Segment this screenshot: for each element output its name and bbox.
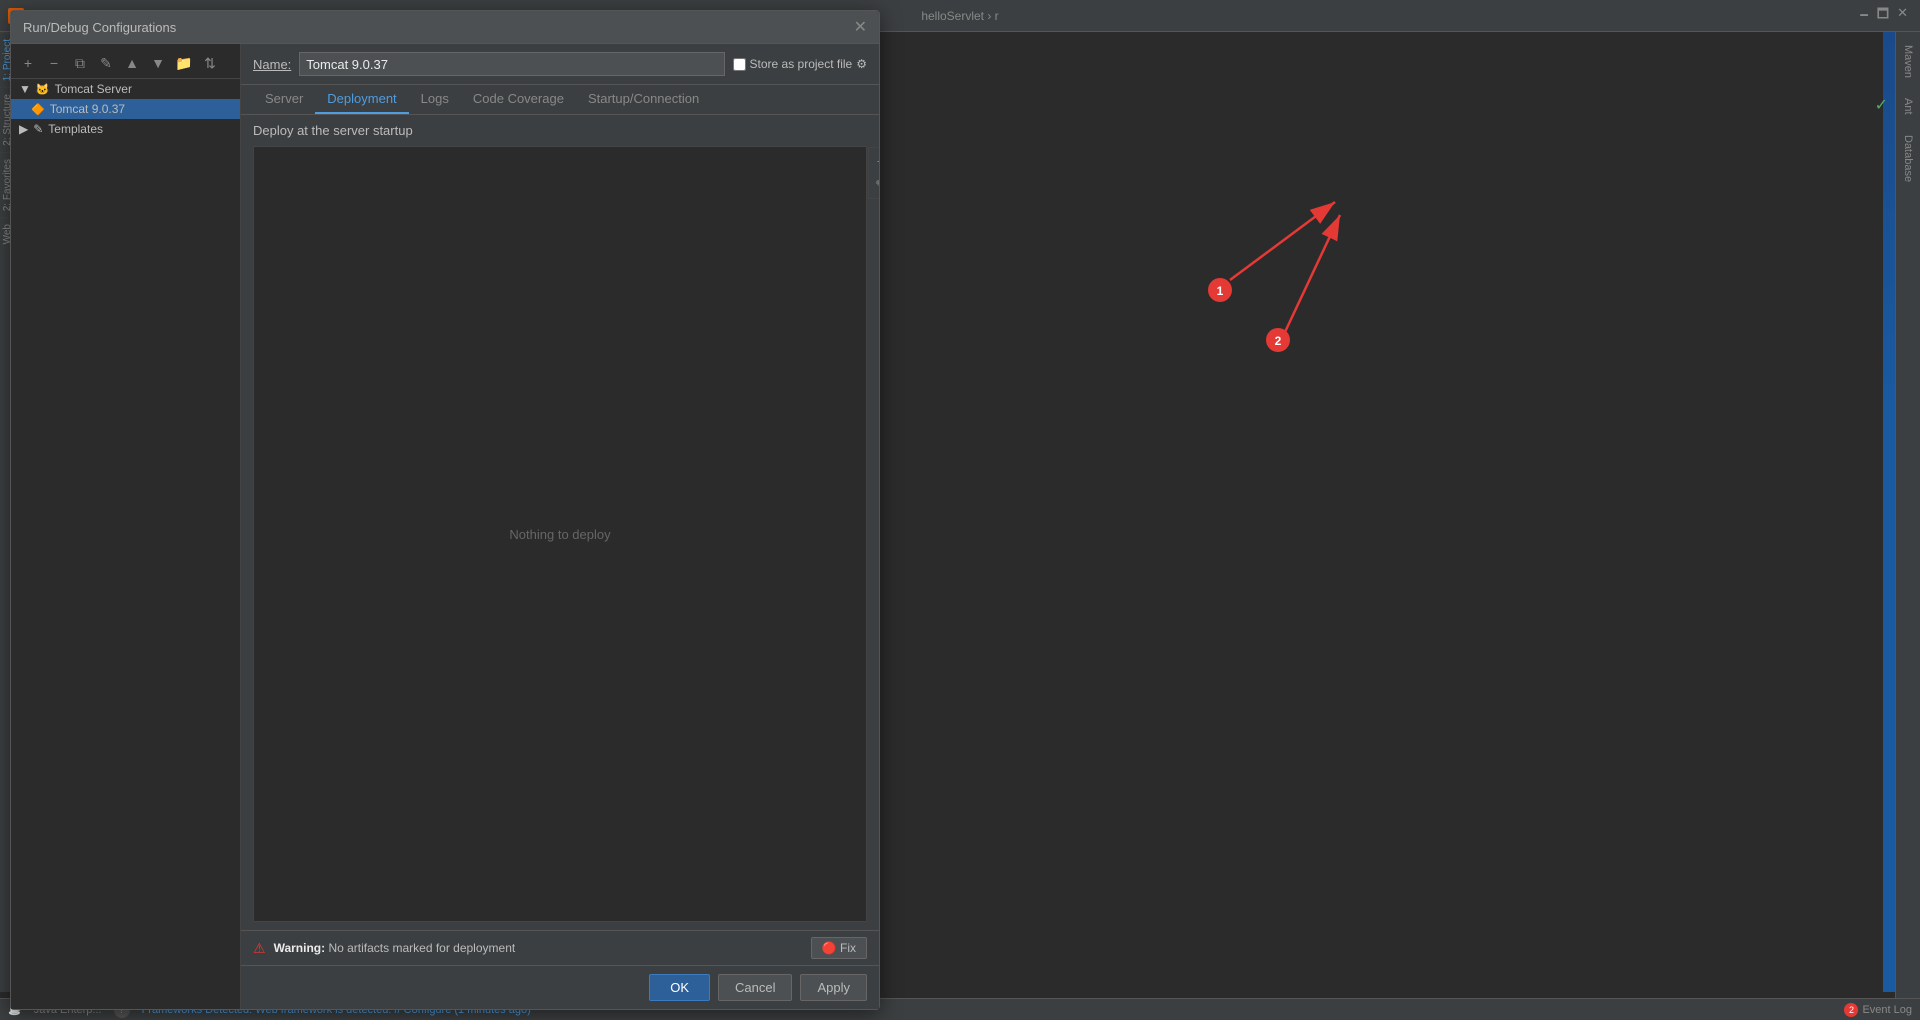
dialog-title-bar: Run/Debug Configurations ✕ bbox=[11, 11, 879, 44]
apply-button[interactable]: Apply bbox=[800, 974, 867, 1001]
sort-config-button[interactable]: ⇅ bbox=[199, 52, 221, 74]
check-mark: ✓ bbox=[1875, 95, 1888, 115]
run-debug-dialog: Run/Debug Configurations ✕ + − ⧉ ✎ ▲ ▼ 📁… bbox=[10, 10, 880, 1010]
warning-prefix: Warning: bbox=[274, 941, 326, 955]
store-project-checkbox[interactable] bbox=[733, 58, 746, 71]
deploy-add-button[interactable]: + bbox=[870, 150, 879, 172]
right-tab-maven[interactable]: Maven bbox=[1899, 37, 1917, 86]
add-config-button[interactable]: + bbox=[17, 52, 39, 74]
expand-icon: ▶ bbox=[19, 122, 28, 136]
right-side-tabs: Maven Ant Database bbox=[1895, 32, 1920, 1020]
right-tab-database[interactable]: Database bbox=[1899, 127, 1917, 190]
dialog-title: Run/Debug Configurations bbox=[23, 20, 176, 35]
config-templates-label: Templates bbox=[48, 122, 103, 136]
dialog-footer: OK Cancel Apply bbox=[241, 965, 879, 1009]
close-button[interactable]: ✕ bbox=[1897, 5, 1908, 27]
config-group-templates[interactable]: ▶ ✎ Templates bbox=[11, 119, 240, 139]
store-project-check[interactable]: Store as project file ⚙ bbox=[733, 57, 867, 71]
dialog-config-tree: + − ⧉ ✎ ▲ ▼ 📁 ⇅ ▼ 🐱 Tomcat Server 🔶 Tomc… bbox=[11, 44, 241, 1009]
config-header: Name: Store as project file ⚙ bbox=[241, 44, 879, 85]
window-controls: 🗕 🗖 ✕ bbox=[1860, 5, 1920, 27]
collapse-config-button[interactable]: ▼ bbox=[147, 52, 169, 74]
deploy-label: Deploy at the server startup bbox=[253, 123, 867, 138]
tab-startup-connection[interactable]: Startup/Connection bbox=[576, 85, 711, 114]
dialog-tree-toolbar: + − ⧉ ✎ ▲ ▼ 📁 ⇅ bbox=[11, 48, 240, 79]
store-project-label: Store as project file bbox=[750, 57, 853, 71]
edit-config-button[interactable]: ✎ bbox=[95, 52, 117, 74]
deploy-edit-button[interactable]: ✎ bbox=[870, 174, 879, 196]
right-highlight-panel bbox=[1883, 32, 1895, 992]
config-item-tomcat[interactable]: 🔶 Tomcat 9.0.37 bbox=[11, 99, 240, 119]
config-content: Deploy at the server startup Nothing to … bbox=[241, 115, 879, 930]
event-log-badge: 2 bbox=[1844, 1003, 1858, 1017]
tomcat-icon: 🔶 bbox=[31, 103, 45, 116]
templates-icon: ✎ bbox=[33, 122, 43, 136]
dialog-body: + − ⧉ ✎ ▲ ▼ 📁 ⇅ ▼ 🐱 Tomcat Server 🔶 Tomc… bbox=[11, 44, 879, 1009]
warning-message: No artifacts marked for deployment bbox=[328, 941, 515, 955]
warning-text: Warning: No artifacts marked for deploym… bbox=[274, 941, 516, 955]
ok-button[interactable]: OK bbox=[649, 974, 710, 1001]
config-item-label: Tomcat 9.0.37 bbox=[50, 102, 125, 116]
deploy-toolbar: + ✎ bbox=[868, 147, 879, 199]
config-group-tomcat-server[interactable]: ▼ 🐱 Tomcat Server bbox=[11, 79, 240, 99]
tab-deployment[interactable]: Deployment bbox=[315, 85, 408, 114]
right-tab-ant[interactable]: Ant bbox=[1899, 90, 1917, 123]
deploy-area: Nothing to deploy + ✎ ⚙ Artifact... 📄 bbox=[253, 146, 867, 922]
config-tabs: Server Deployment Logs Code Coverage Sta… bbox=[241, 85, 879, 115]
config-group-label: Tomcat Server bbox=[55, 82, 132, 96]
expand-icon: ▼ bbox=[19, 82, 31, 96]
gear-icon[interactable]: ⚙ bbox=[856, 57, 867, 71]
tab-logs[interactable]: Logs bbox=[409, 85, 461, 114]
event-log[interactable]: 2 Event Log bbox=[1844, 1003, 1912, 1017]
nothing-to-deploy-text: Nothing to deploy bbox=[509, 527, 610, 542]
dialog-close-button[interactable]: ✕ bbox=[854, 17, 867, 37]
warning-bar: ⚠ Warning: No artifacts marked for deplo… bbox=[241, 930, 879, 965]
config-name-input[interactable] bbox=[299, 52, 724, 76]
tab-server[interactable]: Server bbox=[253, 85, 315, 114]
copy-config-button[interactable]: ⧉ bbox=[69, 52, 91, 74]
tomcat-server-icon: 🐱 bbox=[36, 83, 50, 96]
event-log-label: Event Log bbox=[1862, 1004, 1912, 1016]
minimize-button[interactable]: 🗕 bbox=[1860, 5, 1869, 27]
folder-config-button[interactable]: 📁 bbox=[173, 52, 195, 74]
maximize-button[interactable]: 🗖 bbox=[1877, 5, 1889, 27]
expand-config-button[interactable]: ▲ bbox=[121, 52, 143, 74]
name-label: Name: bbox=[253, 57, 291, 72]
dialog-config-panel: Name: Store as project file ⚙ Server Dep… bbox=[241, 44, 879, 1009]
cancel-button[interactable]: Cancel bbox=[718, 974, 792, 1001]
tab-code-coverage[interactable]: Code Coverage bbox=[461, 85, 576, 114]
remove-config-button[interactable]: − bbox=[43, 52, 65, 74]
fix-button[interactable]: 🔴 Fix bbox=[811, 937, 867, 959]
window-hint-text: helloServlet › r bbox=[921, 9, 998, 23]
warning-icon: ⚠ bbox=[253, 940, 266, 957]
